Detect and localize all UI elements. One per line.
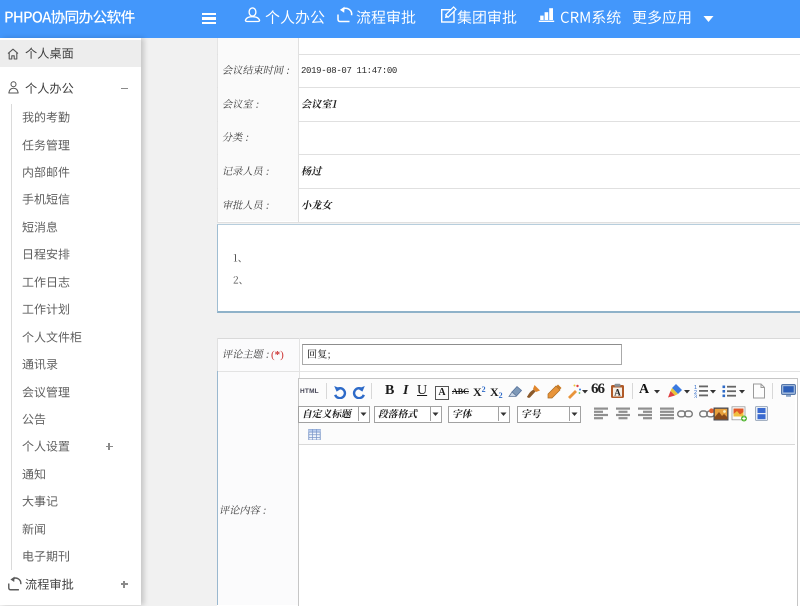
svg-text:3: 3 bbox=[694, 394, 697, 398]
svg-text:A: A bbox=[614, 388, 621, 398]
